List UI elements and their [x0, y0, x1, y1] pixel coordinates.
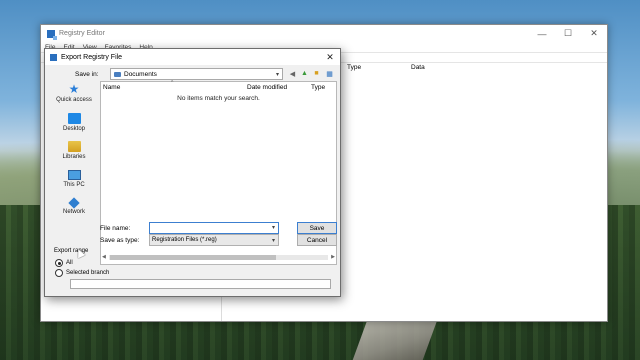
place-label: This PC — [63, 181, 85, 188]
place-label: Quick access — [56, 97, 92, 103]
up-folder-icon[interactable]: ▲ — [300, 69, 309, 78]
place-desktop[interactable]: Desktop — [51, 112, 97, 142]
computer-icon — [67, 169, 81, 180]
chevron-down-icon: ▾ — [271, 237, 275, 244]
file-name-input[interactable]: ▾ — [149, 222, 279, 234]
range-all-radio[interactable] — [55, 259, 63, 267]
sort-up-icon: ^ — [171, 80, 174, 86]
file-list-header: Name ^ Date modified Type — [101, 80, 336, 93]
registry-app-icon — [47, 29, 57, 40]
scroll-right-icon[interactable]: ▶ — [331, 254, 335, 260]
network-icon — [68, 197, 80, 209]
chevron-down-icon[interactable]: ▾ — [269, 223, 278, 233]
save-as-type-value: Registration Files (*.reg) — [152, 237, 217, 243]
registry-title: Registry Editor — [59, 30, 105, 37]
selected-branch-input[interactable] — [70, 279, 331, 289]
dialog-titlebar[interactable]: Export Registry File ✕ — [45, 49, 340, 65]
scroll-left-icon[interactable]: ◀ — [102, 254, 106, 260]
horizontal-scrollbar[interactable]: ◀ ▶ — [101, 254, 336, 260]
save-button[interactable]: Save — [297, 222, 337, 234]
column-name-header[interactable]: Name — [103, 84, 120, 91]
dialog-close-button[interactable]: ✕ — [320, 52, 340, 63]
range-all-option[interactable]: All — [55, 259, 73, 267]
place-label: Libraries — [62, 154, 86, 160]
registry-file-icon — [50, 53, 57, 61]
places-bar: ★ Quick access Desktop Libraries This PC… — [51, 82, 97, 227]
scrollbar-thumb[interactable] — [110, 255, 276, 260]
new-folder-icon[interactable]: ■ — [312, 69, 321, 78]
save-as-type-select[interactable]: Registration Files (*.reg) ▾ — [149, 234, 279, 246]
export-registry-dialog: Export Registry File ✕ Save in: Document… — [44, 48, 341, 297]
save-as-type-label: Save as type: — [100, 237, 140, 244]
chevron-down-icon: ▾ — [275, 71, 279, 78]
column-type-header[interactable]: Type — [347, 64, 411, 71]
range-selected-branch-label: Selected branch — [66, 270, 110, 276]
column-date-modified-header[interactable]: Date modified — [247, 84, 287, 91]
registry-titlebar[interactable]: Registry Editor — ☐ ✕ — [41, 25, 607, 42]
cancel-button[interactable]: Cancel — [297, 234, 337, 246]
close-button[interactable]: ✕ — [581, 25, 607, 42]
star-icon: ★ — [68, 82, 80, 96]
place-quick-access[interactable]: ★ Quick access — [51, 82, 97, 113]
background-walkway — [352, 320, 438, 360]
range-selected-branch-option[interactable]: Selected branch — [55, 269, 109, 277]
empty-list-message: No items match your search. — [177, 95, 260, 102]
file-name-label: File name: — [100, 225, 131, 232]
minimize-button[interactable]: — — [529, 25, 555, 42]
column-type-header[interactable]: Type — [311, 84, 325, 91]
save-in-row: Save in: Documents ▾ ◀ ▲ ■ ▦ — [45, 68, 340, 80]
maximize-button[interactable]: ☐ — [555, 25, 581, 42]
range-all-label: All — [66, 260, 73, 266]
place-label: Network — [62, 209, 85, 215]
save-in-dropdown[interactable]: Documents ▾ — [110, 68, 283, 80]
place-this-pc[interactable]: This PC — [51, 169, 97, 199]
save-in-value: Documents — [124, 70, 157, 78]
back-icon[interactable]: ◀ — [288, 69, 297, 78]
libraries-icon — [67, 141, 81, 152]
place-label: Desktop — [62, 125, 85, 132]
range-selected-branch-radio[interactable] — [55, 269, 63, 277]
save-in-label: Save in: — [75, 70, 99, 78]
place-libraries[interactable]: Libraries — [51, 141, 97, 170]
documents-folder-icon — [114, 71, 121, 77]
place-network[interactable]: Network — [51, 197, 97, 227]
desktop-icon — [67, 112, 81, 124]
dialog-title: Export Registry File — [61, 53, 123, 61]
column-data-header[interactable]: Data — [411, 64, 607, 71]
view-menu-icon[interactable]: ▦ — [325, 69, 334, 78]
